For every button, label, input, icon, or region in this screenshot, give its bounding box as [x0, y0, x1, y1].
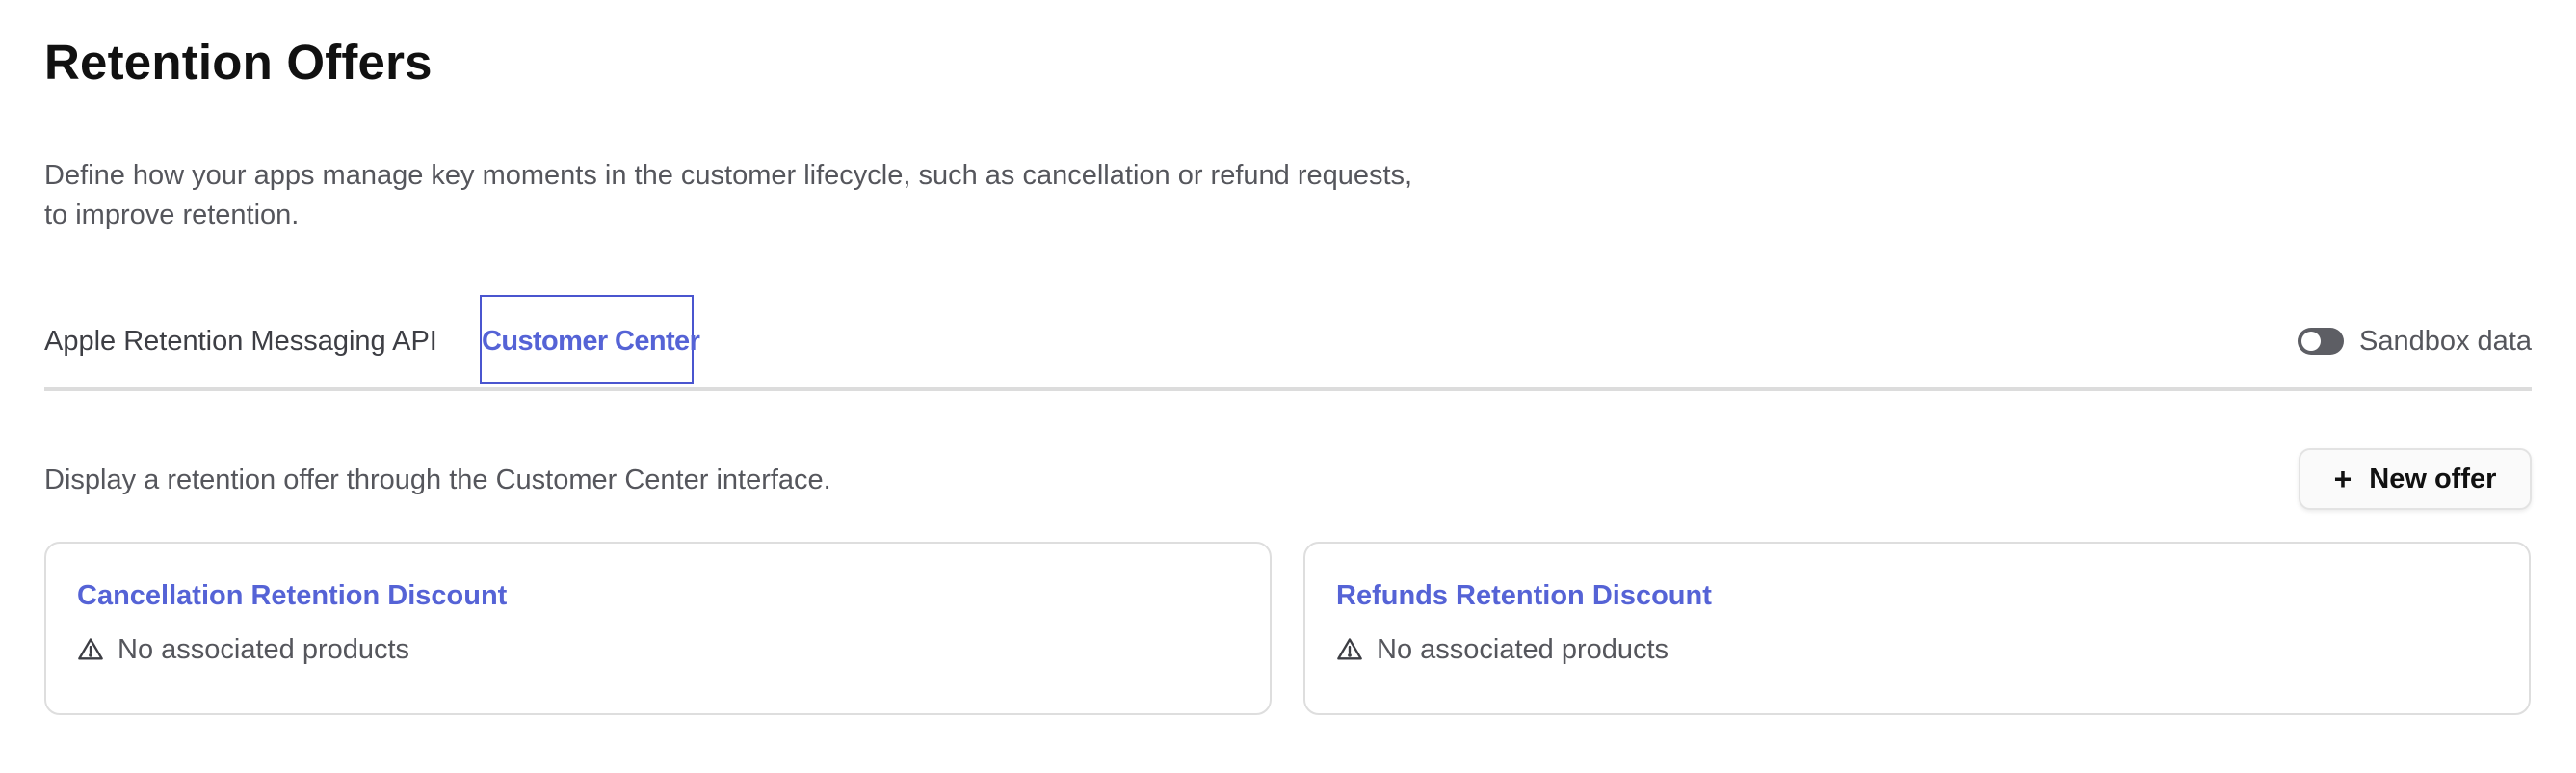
offer-status: No associated products — [1336, 630, 1669, 669]
new-offer-label: New offer — [2369, 463, 2497, 494]
sandbox-toggle-switch[interactable] — [2298, 328, 2345, 355]
offer-status-text: No associated products — [1377, 634, 1669, 665]
sandbox-data-label: Sandbox data — [2359, 325, 2532, 357]
tabs-bar: Apple Retention Messaging API Customer C… — [44, 295, 2532, 391]
description-line-1: Define how your apps manage key moments … — [44, 160, 1413, 191]
description-line-2: to improve retention. — [44, 200, 300, 230]
offer-status: No associated products — [77, 630, 409, 669]
tab-customer-center[interactable]: Customer Center — [480, 295, 700, 384]
sandbox-data-toggle-group: Sandbox data — [2298, 295, 2532, 387]
offer-title[interactable]: Cancellation Retention Discount — [77, 576, 507, 615]
section-description: Display a retention offer through the Cu… — [44, 465, 831, 495]
offer-title[interactable]: Refunds Retention Discount — [1336, 576, 1712, 615]
new-offer-button[interactable]: + New offer — [2299, 448, 2532, 510]
warning-icon — [77, 636, 104, 663]
page-title: Retention Offers — [44, 35, 433, 90]
toggle-knob — [2301, 332, 2322, 351]
tab-apple-retention-messaging-api[interactable]: Apple Retention Messaging API — [44, 295, 437, 387]
offer-card-cancellation[interactable]: Cancellation Retention Discount No assoc… — [44, 542, 1272, 715]
offer-card-refunds[interactable]: Refunds Retention Discount No associated… — [1303, 542, 2531, 715]
page-description: Define how your apps manage key moments … — [44, 156, 1547, 235]
warning-icon — [1336, 636, 1363, 663]
plus-icon: + — [2333, 462, 2353, 496]
offer-status-text: No associated products — [118, 634, 410, 665]
